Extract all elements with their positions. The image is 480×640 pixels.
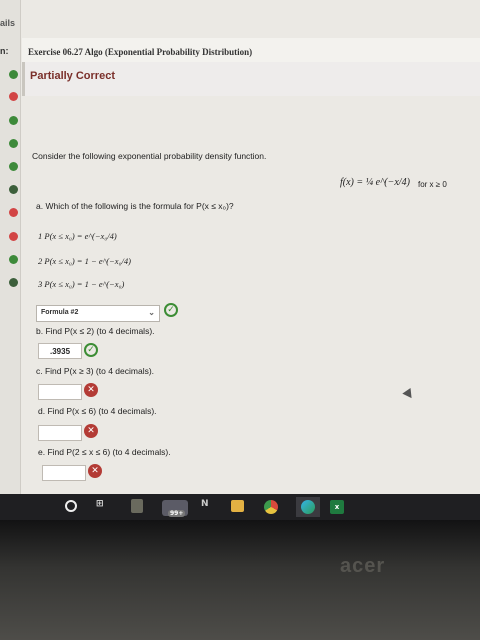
breadcrumb-label: n: bbox=[0, 46, 9, 56]
question-intro: Consider the following exponential proba… bbox=[32, 151, 267, 161]
question-status-icon[interactable] bbox=[9, 162, 18, 171]
option-2: 2 P(x ≤ x₀) = 1 − e^(−x₀/4) bbox=[38, 256, 131, 266]
edge-icon bbox=[301, 500, 315, 514]
status-label: Partially Correct bbox=[30, 70, 115, 82]
question-status-icon[interactable] bbox=[9, 278, 18, 287]
option-3: 3 P(x ≤ x₀) = 1 − e^(−x₀) bbox=[38, 279, 125, 289]
question-status-icon[interactable] bbox=[9, 139, 18, 148]
part-d-input[interactable] bbox=[38, 425, 82, 441]
question-status-icon[interactable] bbox=[9, 208, 18, 217]
files-icon[interactable] bbox=[231, 500, 244, 512]
incorrect-icon: ✕ bbox=[84, 424, 98, 438]
incorrect-icon: ✕ bbox=[84, 383, 98, 397]
mouse-cursor-icon bbox=[402, 387, 416, 402]
formula-select-value: Formula #2 bbox=[41, 309, 79, 316]
part-c-prompt: c. Find P(x ≥ 3) (to 4 decimals). bbox=[36, 366, 155, 376]
question-status-icon[interactable] bbox=[9, 185, 18, 194]
part-e-input[interactable] bbox=[42, 465, 86, 481]
part-b-value: .3935 bbox=[50, 347, 71, 356]
question-status-icon[interactable] bbox=[9, 70, 18, 79]
part-c-input[interactable] bbox=[38, 384, 82, 400]
part-d-prompt: d. Find P(x ≤ 6) (to 4 decimals). bbox=[38, 406, 157, 416]
edge-tile[interactable] bbox=[296, 497, 320, 517]
part-b-prompt: b. Find P(x ≤ 2) (to 4 decimals). bbox=[36, 326, 155, 336]
question-status-icon[interactable] bbox=[9, 92, 18, 101]
badge-app-icon[interactable]: 99+ bbox=[162, 500, 188, 517]
pdf-condition: for x ≥ 0 bbox=[418, 180, 447, 189]
part-e-prompt: e. Find P(2 ≤ x ≤ 6) (to 4 decimals). bbox=[38, 447, 171, 457]
excel-icon[interactable]: x bbox=[330, 500, 344, 514]
exercise-title: Exercise 06.27 Algo (Exponential Probabi… bbox=[28, 47, 253, 57]
option-1: 1 P(x ≤ x₀) = e^(−x₀/4) bbox=[38, 231, 117, 241]
pdf-formula: f(x) = ¼ e^(−x/4) bbox=[340, 177, 410, 188]
part-b-input[interactable]: .3935 bbox=[38, 343, 82, 359]
breadcrumb: ails bbox=[0, 18, 16, 28]
laptop-logo: acer bbox=[340, 555, 386, 577]
part-a-prompt: a. Which of the following is the formula… bbox=[36, 201, 234, 211]
notes-icon[interactable]: N bbox=[201, 499, 209, 515]
search-icon[interactable] bbox=[65, 500, 77, 512]
chevron-down-icon: ⌄ bbox=[148, 308, 155, 317]
incorrect-icon: ✕ bbox=[88, 464, 102, 478]
check-icon: ✓ bbox=[84, 343, 98, 357]
question-status-icon[interactable] bbox=[9, 116, 18, 125]
notification-badge: 99+ bbox=[168, 510, 186, 517]
calculator-icon[interactable] bbox=[131, 499, 143, 513]
formula-select[interactable]: Formula #2 ⌄ bbox=[36, 305, 160, 322]
chrome-icon[interactable] bbox=[264, 500, 278, 514]
laptop-bezel bbox=[0, 520, 480, 640]
question-status-icon[interactable] bbox=[9, 232, 18, 241]
task-view-icon[interactable]: ⊞ bbox=[96, 499, 104, 515]
question-status-icon[interactable] bbox=[9, 255, 18, 264]
browser-viewport: ails n: Exercise 06.27 Algo (Exponential… bbox=[0, 0, 480, 520]
check-icon: ✓ bbox=[164, 303, 178, 317]
